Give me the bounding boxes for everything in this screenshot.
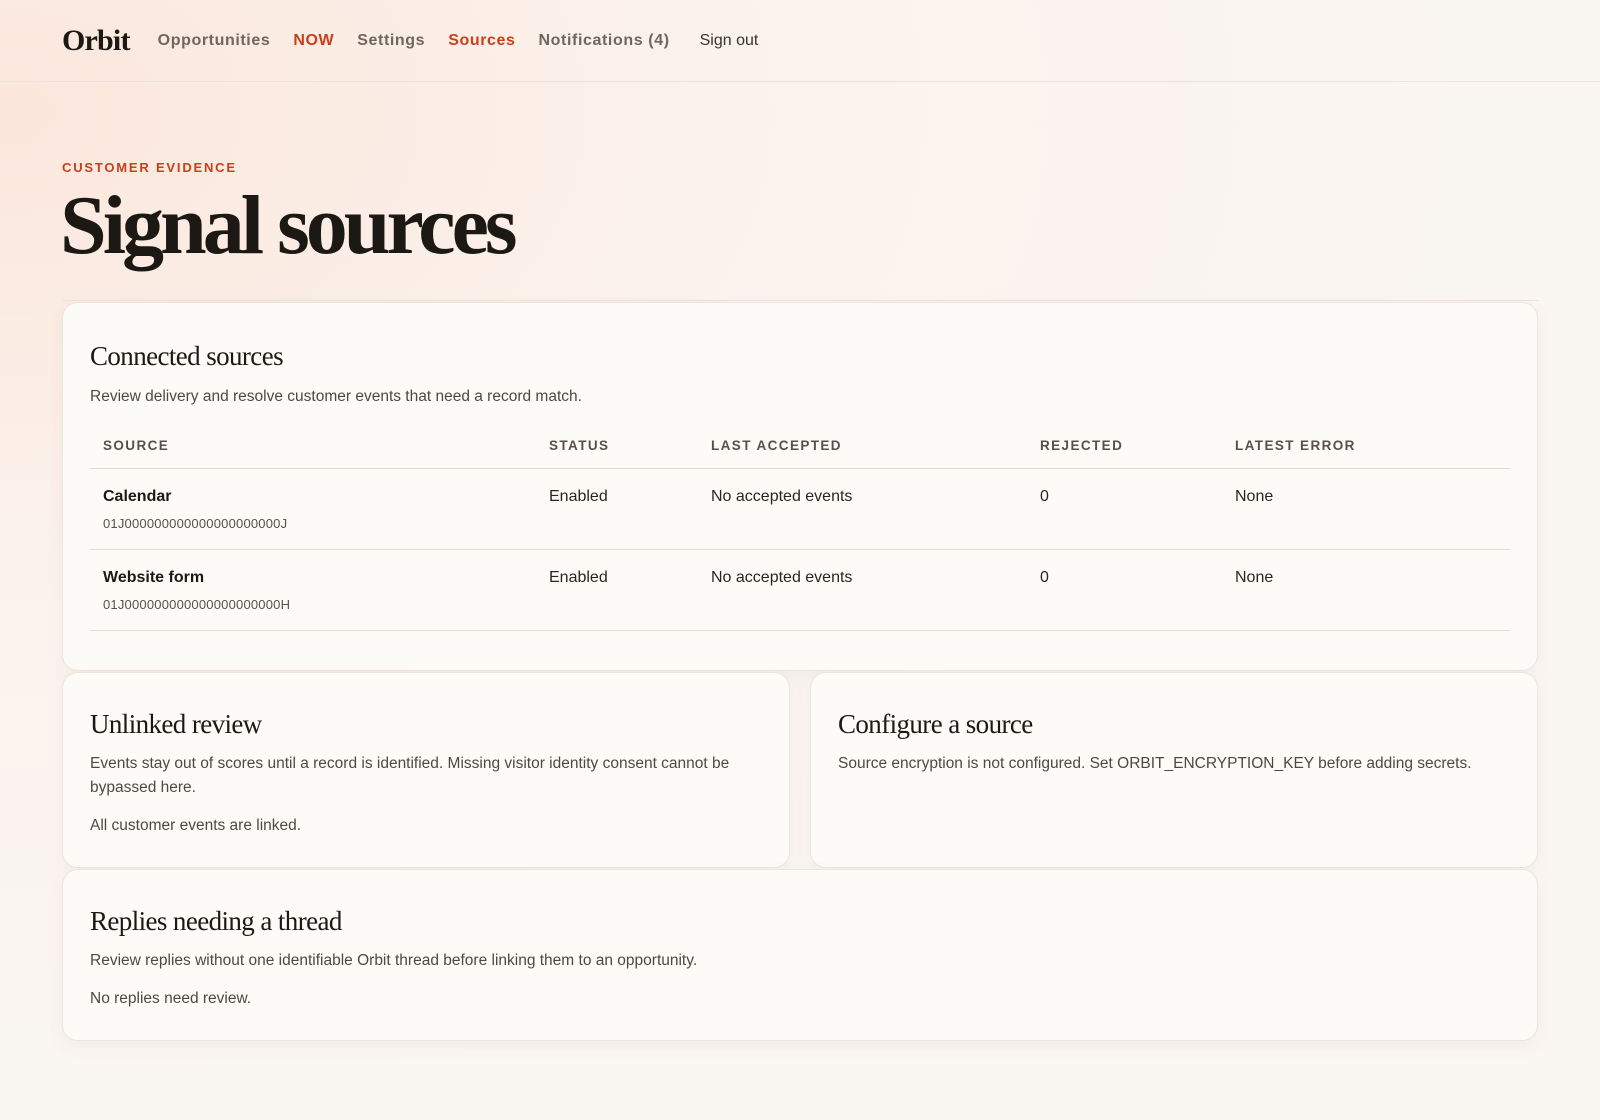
rejected-cell: 0 <box>1027 468 1222 550</box>
top-nav: Orbit Opportunities NOW Settings Sources… <box>0 0 1600 82</box>
status-cell: Enabled <box>536 549 698 631</box>
source-id: 01J000000000000000000000H <box>103 597 291 612</box>
rejected-cell: 0 <box>1027 549 1222 631</box>
last-accepted-cell: No accepted events <box>698 468 1027 550</box>
table-header-row: SOURCE STATUS LAST ACCEPTED REJECTED LAT… <box>90 438 1510 469</box>
col-header-rejected: REJECTED <box>1027 438 1222 469</box>
latest-error-cell: None <box>1222 468 1510 550</box>
unlinked-review-status: All customer events are linked. <box>90 817 302 834</box>
nav-link-opportunities[interactable]: Opportunities <box>158 32 271 50</box>
table-row: Website form 01J000000000000000000000H E… <box>90 549 1510 631</box>
col-header-latest-error: LATEST ERROR <box>1222 438 1510 469</box>
connected-sources-title: Connected sources <box>90 341 284 371</box>
nav-link-settings[interactable]: Settings <box>357 32 425 50</box>
replies-thread-description: Review replies without one identifiable … <box>90 952 698 969</box>
orbit-logo[interactable]: Orbit <box>62 24 130 58</box>
sources-table: SOURCE STATUS LAST ACCEPTED REJECTED LAT… <box>90 438 1510 631</box>
source-cell: Calendar 01J000000000000000000000J <box>90 468 536 550</box>
status-cell: Enabled <box>536 468 698 550</box>
col-header-source: SOURCE <box>90 438 536 469</box>
unlinked-review-title: Unlinked review <box>90 709 262 739</box>
source-id: 01J000000000000000000000J <box>103 516 288 531</box>
nav-link-sources[interactable]: Sources <box>448 32 515 50</box>
replies-thread-status: No replies need review. <box>90 990 252 1007</box>
sign-out-button[interactable]: Sign out <box>700 32 759 50</box>
unlinked-review-card: Unlinked review Events stay out of score… <box>62 672 790 868</box>
configure-source-title: Configure a source <box>838 709 1033 739</box>
configure-source-card: Configure a source Source encryption is … <box>810 672 1538 868</box>
col-header-status: STATUS <box>536 438 698 469</box>
source-cell: Website form 01J000000000000000000000H <box>90 549 536 631</box>
connected-sources-card: Connected sources Review delivery and re… <box>62 302 1538 671</box>
source-name: Website form <box>103 569 205 586</box>
page-title: Signal sources <box>60 179 518 272</box>
latest-error-cell: None <box>1222 549 1510 631</box>
nav-link-notifications[interactable]: Notifications (4) <box>539 32 670 50</box>
divider <box>62 300 1538 301</box>
unlinked-review-description: Events stay out of scores until a record… <box>90 755 730 796</box>
configure-source-description: Source encryption is not configured. Set… <box>838 755 1472 772</box>
col-header-last-accepted: LAST ACCEPTED <box>698 438 1027 469</box>
page-eyebrow: CUSTOMER EVIDENCE <box>62 160 237 175</box>
replies-thread-card: Replies needing a thread Review replies … <box>62 869 1538 1041</box>
nav-link-now[interactable]: NOW <box>293 32 334 50</box>
table-row: Calendar 01J000000000000000000000J Enabl… <box>90 468 1510 550</box>
last-accepted-cell: No accepted events <box>698 549 1027 631</box>
replies-thread-title: Replies needing a thread <box>90 906 342 936</box>
source-name: Calendar <box>103 488 172 505</box>
connected-sources-description: Review delivery and resolve customer eve… <box>90 388 582 405</box>
